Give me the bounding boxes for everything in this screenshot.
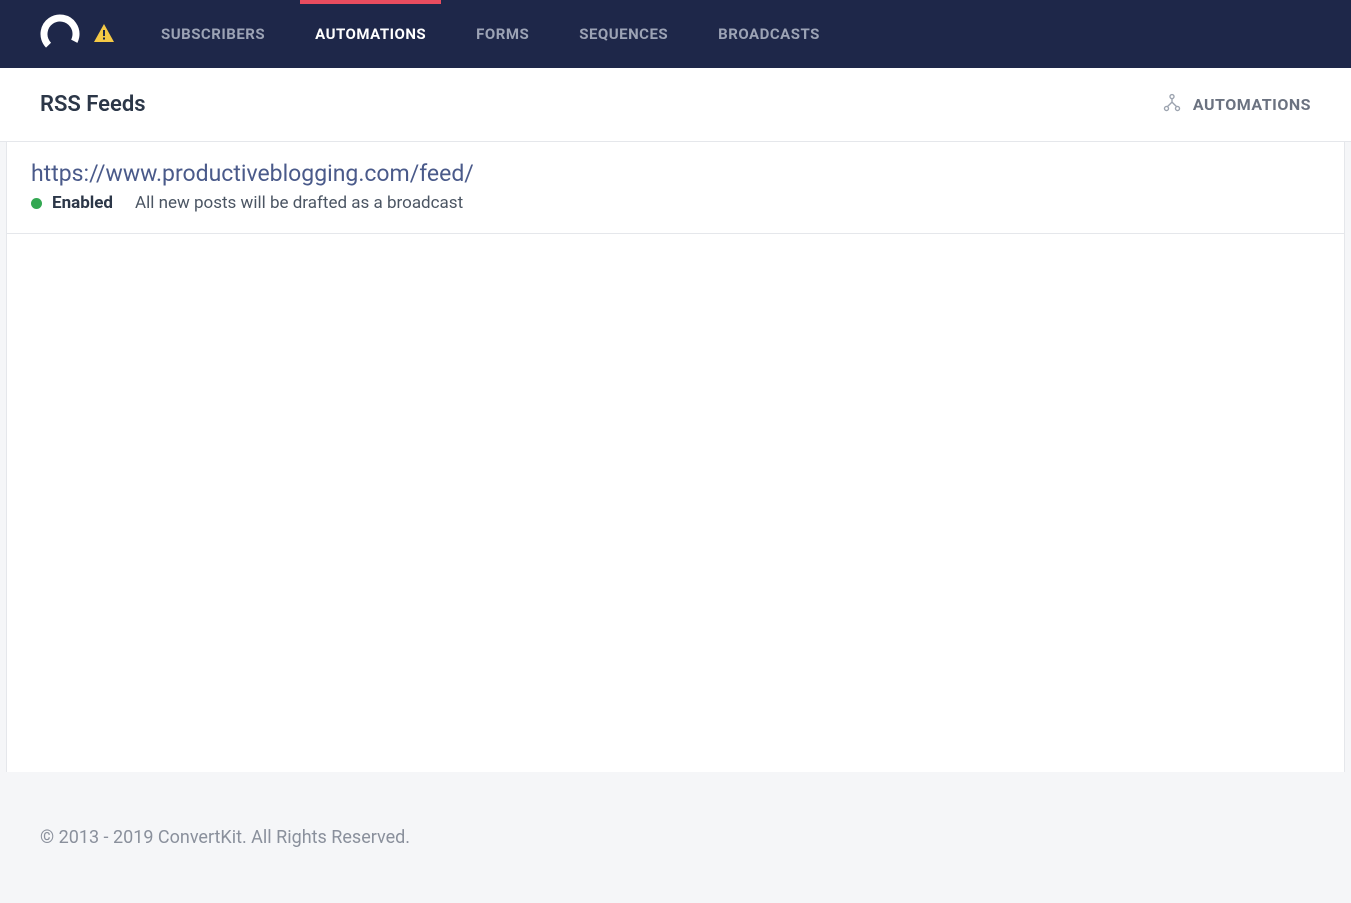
nav-sequences[interactable]: SEQUENCES — [579, 0, 668, 68]
page-title: RSS Feeds — [40, 92, 146, 117]
logo-icon — [40, 14, 80, 54]
warning-icon[interactable] — [92, 22, 116, 46]
feed-status-row: Enabled All new posts will be drafted as… — [31, 193, 1320, 213]
nav-broadcasts[interactable]: BROADCASTS — [718, 0, 820, 68]
nav-forms[interactable]: FORMS — [476, 0, 529, 68]
sub-header: RSS Feeds AUTOMATIONS — [0, 68, 1351, 142]
footer: © 2013 - 2019 ConvertKit. All Rights Res… — [0, 772, 1351, 903]
content-area: https://www.productiveblogging.com/feed/… — [6, 142, 1345, 772]
nav-subscribers[interactable]: SUBSCRIBERS — [161, 0, 265, 68]
copyright-text: © 2013 - 2019 ConvertKit. All Rights Res… — [40, 827, 410, 848]
automations-link-label: AUTOMATIONS — [1193, 95, 1311, 114]
top-nav: SUBSCRIBERS AUTOMATIONS FORMS SEQUENCES … — [0, 0, 1351, 68]
status-indicator-icon — [31, 198, 42, 209]
automations-link[interactable]: AUTOMATIONS — [1161, 92, 1311, 118]
status-label: Enabled — [52, 193, 113, 213]
status-description: All new posts will be drafted as a broad… — [135, 193, 463, 213]
nav-automations[interactable]: AUTOMATIONS — [315, 0, 426, 68]
nav-links: SUBSCRIBERS AUTOMATIONS FORMS SEQUENCES … — [161, 0, 820, 68]
feed-url[interactable]: https://www.productiveblogging.com/feed/ — [31, 160, 1320, 187]
rss-feed-item[interactable]: https://www.productiveblogging.com/feed/… — [7, 142, 1344, 234]
automation-tree-icon — [1161, 92, 1183, 118]
